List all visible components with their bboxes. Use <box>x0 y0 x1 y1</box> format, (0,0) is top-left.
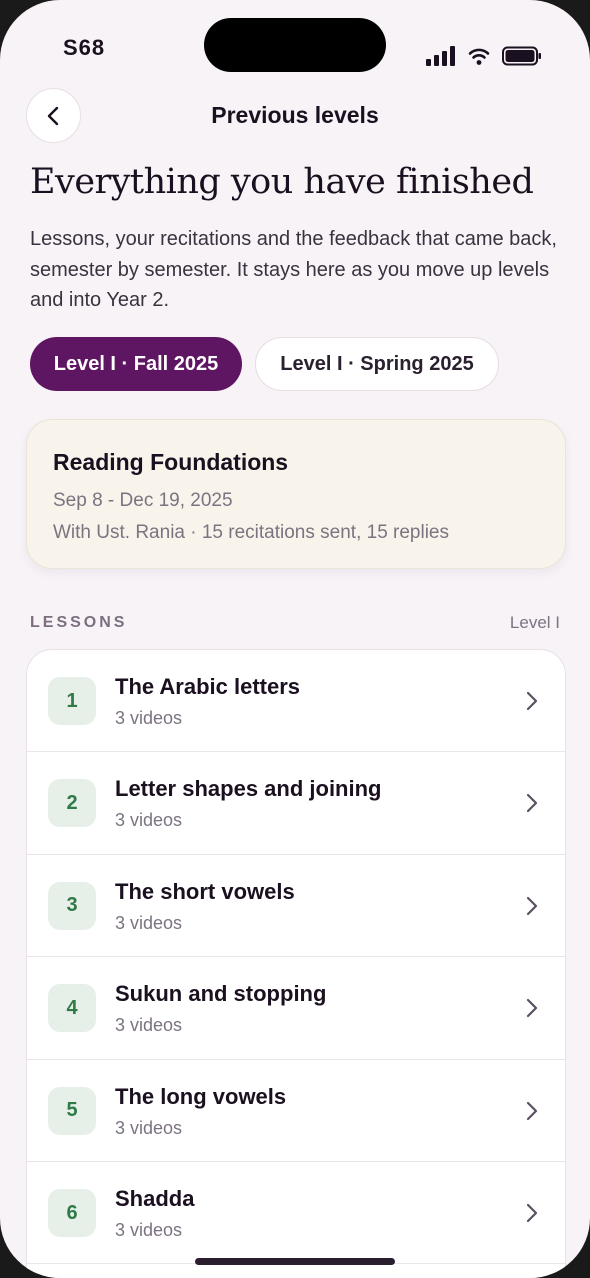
lesson-number-badge: 6 <box>48 1189 96 1237</box>
lesson-subtitle: 3 videos <box>115 1220 183 1240</box>
lesson-title: The long vowels <box>115 1083 287 1109</box>
page-title: Previous levels <box>211 102 379 128</box>
tab-level-fall-2025[interactable]: Level I · Fall 2025 <box>30 337 242 391</box>
lesson-title: The Arabic letters <box>115 674 301 699</box>
lesson-number-badge: 2 <box>48 779 96 828</box>
chevron-right-icon <box>526 794 538 813</box>
battery-icon <box>502 46 541 66</box>
chevron-right-icon <box>526 1101 538 1120</box>
lesson-subtitle: 3 videos <box>115 1015 183 1036</box>
lesson-subtitle: 3 videos <box>115 708 183 728</box>
phone-screen: S68 Previous levels Everything you have … <box>0 0 590 1278</box>
course-meta: With Ust. Rania · 15 recitations sent, 1… <box>53 522 450 543</box>
headline: Everything you have finished <box>30 162 534 202</box>
course-title: Reading Foundations <box>53 449 289 475</box>
course-dates: Sep 8 - Dec 19, 2025 <box>53 490 233 511</box>
chevron-right-icon <box>526 999 538 1018</box>
status-time: S68 <box>63 35 106 60</box>
home-indicator[interactable] <box>195 1258 395 1265</box>
lesson-title: Shadda <box>115 1186 195 1211</box>
lesson-row-6[interactable]: 6 Shadda 3 videos <box>27 1162 565 1265</box>
lesson-title: Sukun and stopping <box>115 981 327 1007</box>
lesson-number-badge: 3 <box>48 881 96 930</box>
lessons-section-label: LESSONS <box>30 614 128 631</box>
lesson-number-badge: 1 <box>48 677 96 725</box>
lesson-row-4[interactable]: 4 Sukun and stopping 3 videos <box>27 957 565 1060</box>
lesson-row-5[interactable]: 5 The long vowels 3 videos <box>27 1060 565 1162</box>
lesson-subtitle: 3 videos <box>115 1117 183 1138</box>
lesson-title: Letter shapes and joining <box>115 776 382 802</box>
cellular-signal-icon <box>426 46 456 66</box>
lessons-section-level: Level I <box>509 613 560 632</box>
chevron-right-icon <box>526 691 538 711</box>
lesson-row-3[interactable]: 3 The short vowels 3 videos <box>27 855 565 958</box>
lesson-row-1[interactable]: 1 The Arabic letters 3 videos <box>27 650 565 753</box>
lesson-subtitle: 3 videos <box>115 810 183 831</box>
lessons-list: 1 The Arabic letters 3 videos 2 Letter s… <box>26 649 566 1278</box>
lesson-row-2[interactable]: 2 Letter shapes and joining 3 videos <box>27 752 565 855</box>
chevron-right-icon <box>526 1203 538 1223</box>
dynamic-island <box>204 18 386 72</box>
status-bar: S68 <box>0 0 590 90</box>
lesson-subtitle: 3 videos <box>115 912 183 933</box>
lesson-number-badge: 5 <box>48 1086 96 1135</box>
lesson-number-badge: 4 <box>48 984 96 1033</box>
tab-level-spring-2025[interactable]: Level I · Spring 2025 <box>255 337 499 391</box>
chevron-right-icon <box>526 896 538 915</box>
course-summary-card: Reading Foundations Sep 8 - Dec 19, 2025… <box>26 419 566 569</box>
intro-text: Lessons, your recitations and the feedba… <box>30 228 557 311</box>
lesson-title: The short vowels <box>115 878 295 904</box>
wifi-icon <box>468 48 490 65</box>
